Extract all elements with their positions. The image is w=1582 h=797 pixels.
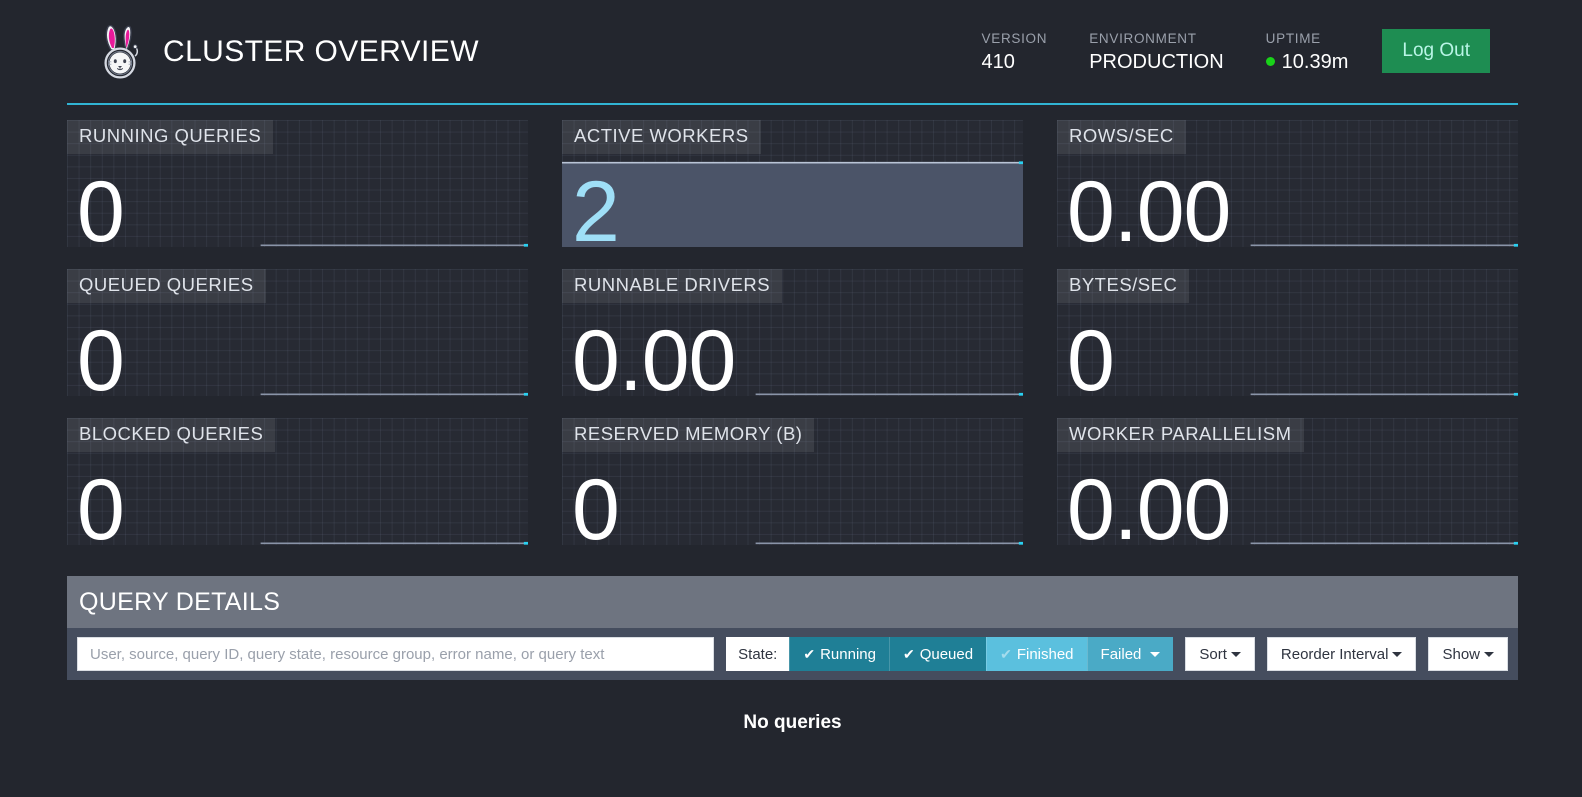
meta-version-value: 410 (981, 50, 1015, 73)
query-details-header: QUERY DETAILS (67, 576, 1518, 628)
chevron-down-icon (1484, 651, 1494, 657)
sort-dropdown-button[interactable]: Sort (1185, 637, 1255, 671)
reorder-interval-dropdown-label: Reorder Interval (1280, 645, 1389, 663)
state-filter-failed-button[interactable]: Failed (1086, 637, 1174, 671)
stat-card-value: 0 (572, 462, 620, 545)
check-icon: ✔ (803, 646, 816, 662)
stat-sparkline-chart (1057, 310, 1518, 396)
stat-card-value: 2 (572, 164, 620, 247)
state-filter-group: State: ✔ Running ✔ Queued ✔ Finished Failed (726, 637, 1174, 671)
meta-version: VERSION 410 (982, 29, 1048, 75)
meta-environment-value: PRODUCTION (1089, 50, 1224, 73)
stat-card[interactable]: RUNNING QUERIES 0 (67, 120, 528, 247)
chevron-down-icon (1230, 651, 1241, 657)
query-list-body: No queries (67, 680, 1518, 782)
check-icon: ✔ (1000, 646, 1012, 662)
stat-card[interactable]: QUEUED QUERIES 0 (67, 269, 528, 396)
meta-uptime: UPTIME 10.39m (1265, 29, 1349, 75)
stat-card[interactable]: RESERVED MEMORY (B) 0 (562, 418, 1023, 545)
query-search-input[interactable] (77, 637, 715, 671)
stat-card-value: 0 (77, 462, 125, 545)
state-filter-running-button[interactable]: ✔ Running (789, 637, 889, 671)
stat-card-value: 0 (77, 313, 125, 396)
stat-card[interactable]: WORKER PARALLELISM 0.00 (1057, 418, 1518, 545)
reorder-interval-dropdown-button[interactable]: Reorder Interval (1266, 637, 1417, 671)
page-header: CLUSTER OVERVIEW VERSION 410 ENVIRONMENT… (67, 0, 1518, 105)
show-dropdown-button[interactable]: Show (1428, 637, 1508, 671)
query-details-title: QUERY DETAILS (79, 587, 281, 616)
search-wrapper (77, 637, 715, 671)
stat-card-value: 0 (1067, 313, 1115, 396)
state-filter-label: Running (820, 645, 876, 663)
online-status-dot-icon (1265, 57, 1275, 66)
chevron-down-icon (1150, 651, 1161, 657)
state-filter-label: State: (726, 637, 790, 671)
state-filter-queued-button[interactable]: ✔ Queued (888, 637, 987, 671)
page-title: CLUSTER OVERVIEW (163, 34, 479, 68)
stat-sparkline-chart (67, 310, 528, 396)
stat-card-label: QUEUED QUERIES (67, 269, 266, 303)
stat-card-label: RESERVED MEMORY (B) (562, 418, 815, 452)
stat-sparkline-chart (67, 459, 528, 545)
stat-card-value: 0.00 (572, 313, 736, 396)
header-meta-group: VERSION 410 ENVIRONMENT PRODUCTION UPTIM… (982, 28, 1518, 75)
stat-card-label: ROWS/SEC (1057, 120, 1186, 154)
cluster-overview-page: CLUSTER OVERVIEW VERSION 410 ENVIRONMENT… (0, 0, 1582, 797)
stat-sparkline-chart (562, 161, 1023, 247)
stat-sparkline-chart (67, 161, 528, 247)
stat-sparkline-chart (562, 459, 1023, 545)
show-dropdown-label: Show (1442, 645, 1480, 663)
logout-button[interactable]: Log Out (1382, 28, 1490, 73)
stat-card[interactable]: ACTIVE WORKERS 2 (562, 120, 1023, 247)
sort-dropdown-label: Sort (1199, 645, 1227, 663)
stat-card-value: 0.00 (1067, 164, 1231, 247)
cluster-stats-grid: RUNNING QUERIES 0 ACTIVE WORKERS 2 ROWS/SEC 0… (67, 120, 1518, 545)
stat-card-value: 0.00 (1067, 462, 1231, 545)
stat-card-label: BLOCKED QUERIES (67, 418, 276, 452)
state-filter-label: Failed (1100, 645, 1142, 663)
stat-card[interactable]: ROWS/SEC 0.00 (1057, 120, 1518, 247)
stat-card[interactable]: BYTES/SEC 0 (1057, 269, 1518, 396)
meta-environment: ENVIRONMENT PRODUCTION (1089, 29, 1223, 75)
stat-card-label: RUNNABLE DRIVERS (562, 269, 783, 303)
stat-card-label: ACTIVE WORKERS (562, 120, 761, 154)
chevron-down-icon (1392, 651, 1403, 657)
state-filter-finished-button[interactable]: ✔ Finished (986, 637, 1087, 671)
query-details-toolbar: State: ✔Running✔Queued✔FinishedFailed So… (67, 628, 1518, 680)
stat-card-label: RUNNING QUERIES (67, 120, 274, 154)
stat-card-value: 0 (77, 164, 125, 247)
stat-card[interactable]: BLOCKED QUERIES 0 (67, 418, 528, 545)
state-filter-label: Queued (919, 645, 974, 663)
meta-uptime-value-wrap: 10.39m (1265, 49, 1349, 75)
meta-environment-label: ENVIRONMENT (1089, 30, 1197, 46)
meta-version-label: VERSION (981, 30, 1048, 46)
query-details-panel: QUERY DETAILS State: ✔Running✔Queued✔Fin… (67, 576, 1518, 782)
stat-card[interactable]: RUNNABLE DRIVERS 0.00 (562, 269, 1023, 396)
state-filter-label: Finished (1016, 645, 1074, 663)
brand: CLUSTER OVERVIEW (67, 24, 479, 80)
trino-bunny-astronaut-logo-icon (104, 24, 139, 79)
no-queries-message: No queries (743, 712, 842, 733)
stat-card-label: WORKER PARALLELISM (1057, 418, 1304, 452)
stat-card-label: BYTES/SEC (1057, 269, 1190, 303)
check-icon: ✔ (902, 646, 915, 662)
meta-uptime-label: UPTIME (1265, 30, 1321, 46)
meta-uptime-value: 10.39m (1281, 50, 1349, 73)
